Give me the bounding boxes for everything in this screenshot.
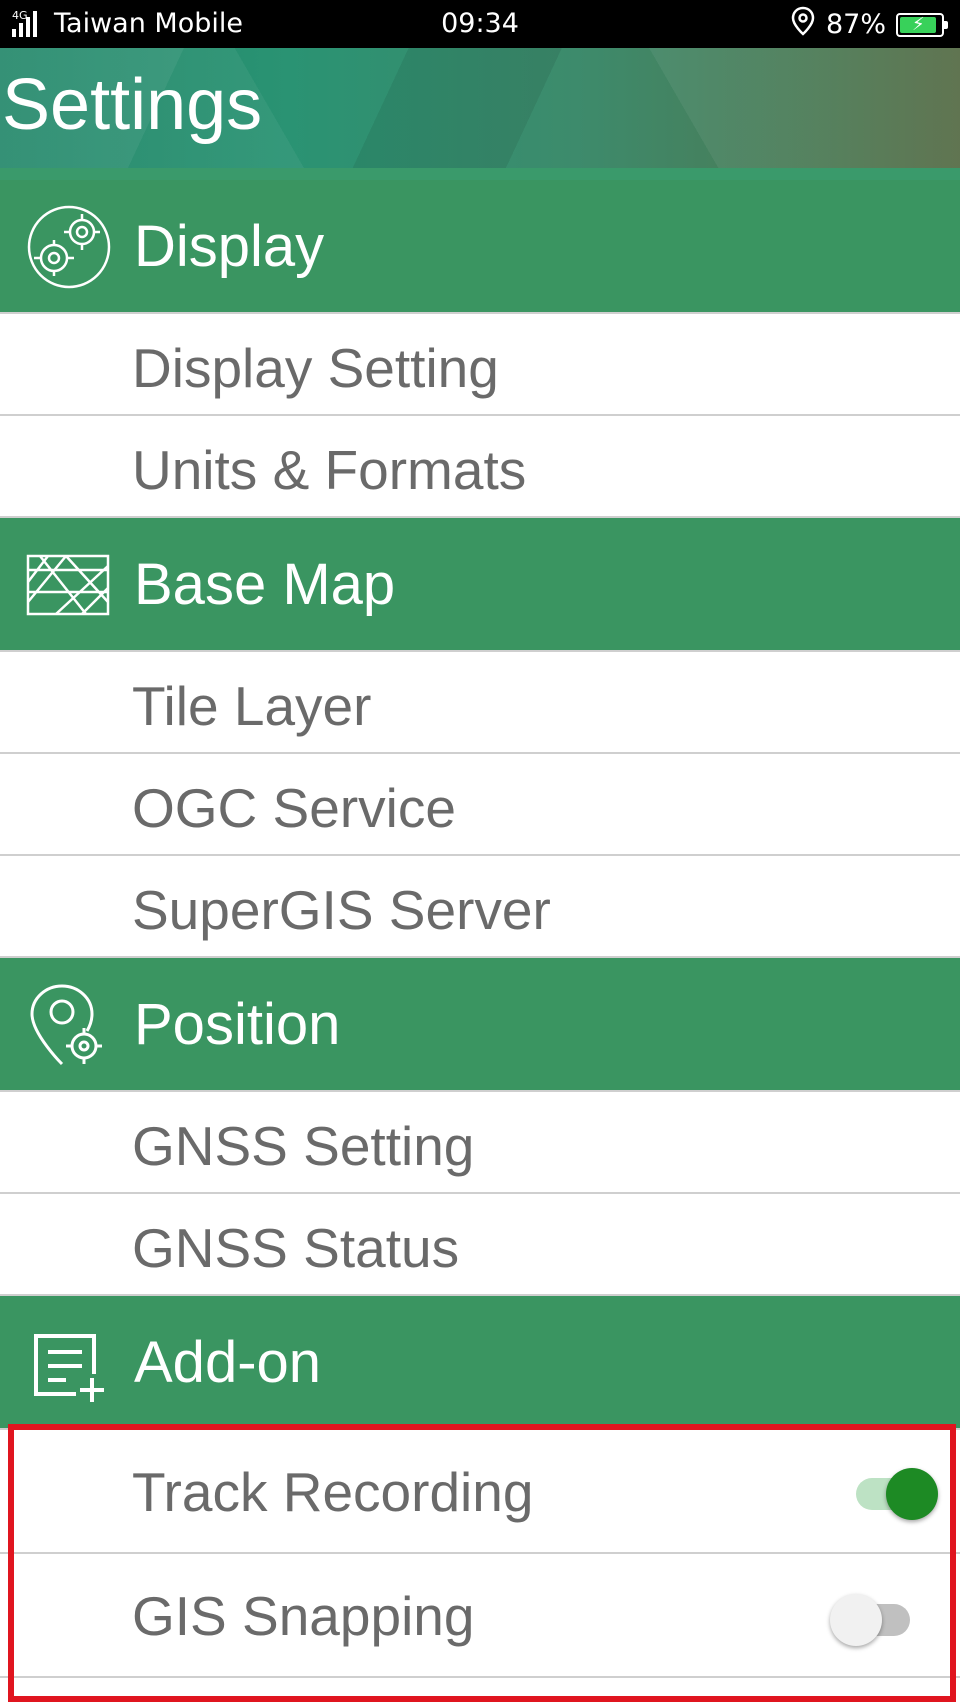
- location-icon: [790, 6, 816, 43]
- item-label: OGC Service: [132, 777, 456, 839]
- list-item-display-setting[interactable]: Display Setting: [0, 314, 960, 416]
- gear-icon: [26, 204, 112, 290]
- section-title: Position: [134, 991, 341, 1057]
- list-item-gnss-setting[interactable]: GNSS Setting: [0, 1092, 960, 1194]
- section-base-map: Base Map: [0, 518, 960, 652]
- list-item-track-recording[interactable]: Track Recording: [0, 1430, 960, 1554]
- item-label: SuperGIS Server: [132, 879, 551, 941]
- section-title: Add-on: [134, 1329, 322, 1395]
- list-item-gis-snapping[interactable]: GIS Snapping: [0, 1554, 960, 1678]
- toggle-knob: [830, 1594, 882, 1646]
- settings-list: Display Display Setting Units & Formats …: [0, 180, 960, 1678]
- item-label: GNSS Status: [132, 1217, 460, 1279]
- battery-percent: 87%: [825, 9, 886, 40]
- section-display: Display: [0, 180, 960, 314]
- track-recording-toggle[interactable]: [848, 1462, 938, 1522]
- section-add-on: Add-on: [0, 1296, 960, 1430]
- item-label: GNSS Setting: [132, 1115, 475, 1177]
- add-list-icon: [26, 1320, 112, 1406]
- section-title: Base Map: [134, 551, 396, 617]
- page-title: Settings: [2, 65, 263, 145]
- gis-snapping-toggle[interactable]: [830, 1588, 918, 1648]
- list-item-ogc-service[interactable]: OGC Service: [0, 754, 960, 856]
- header-divider: [0, 168, 960, 180]
- item-label: Track Recording: [132, 1461, 534, 1523]
- map-icon: [26, 542, 112, 628]
- status-bar: 4G Taiwan Mobile 09:34 87% ⚡: [0, 0, 960, 48]
- header-banner: Settings: [0, 48, 960, 180]
- list-item-tile-layer[interactable]: Tile Layer: [0, 652, 960, 754]
- item-label: Tile Layer: [132, 675, 372, 737]
- toggle-knob: [886, 1468, 938, 1520]
- section-title: Display: [134, 213, 325, 279]
- item-label: GIS Snapping: [132, 1585, 475, 1647]
- battery-charging-icon: ⚡: [896, 12, 948, 37]
- section-position: Position: [0, 958, 960, 1092]
- item-label: Units & Formats: [132, 439, 527, 501]
- list-item-gnss-status[interactable]: GNSS Status: [0, 1194, 960, 1296]
- item-label: Display Setting: [132, 337, 499, 399]
- list-item-supergis-server[interactable]: SuperGIS Server: [0, 856, 960, 958]
- location-pin-icon: [26, 982, 112, 1068]
- status-right: 87% ⚡: [790, 6, 948, 43]
- list-item-units-formats[interactable]: Units & Formats: [0, 416, 960, 518]
